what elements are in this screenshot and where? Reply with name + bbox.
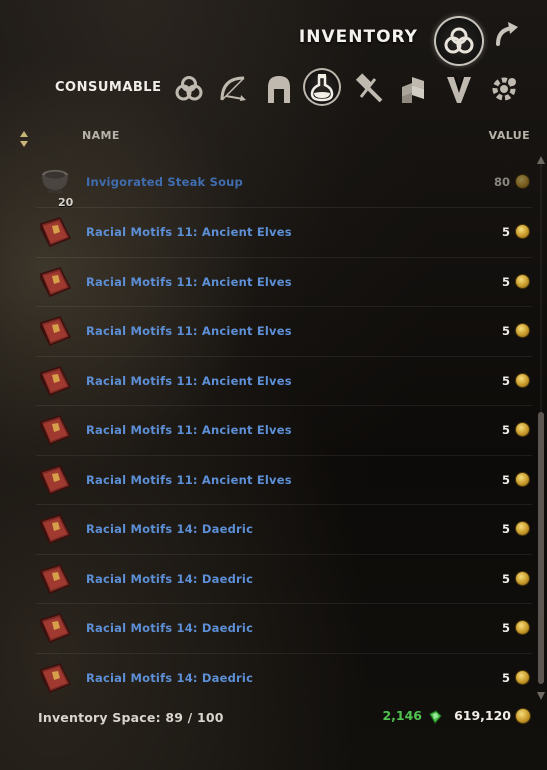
gold-coin-icon bbox=[516, 225, 529, 238]
all-items-triquetra-icon[interactable] bbox=[434, 16, 484, 66]
gear-junk-icon[interactable] bbox=[487, 70, 521, 108]
item-value: 5 bbox=[501, 472, 510, 487]
list-item[interactable]: Racial Motifs 14: Daedric 5 bbox=[36, 603, 532, 653]
list-item[interactable]: Racial Motifs 11: Ancient Elves 5 bbox=[36, 355, 532, 406]
book-icon bbox=[38, 365, 74, 399]
curved-arrow-icon[interactable] bbox=[492, 18, 522, 48]
item-name: Racial Motifs 11: Ancient Elves bbox=[86, 324, 292, 338]
item-value: 5 bbox=[501, 423, 510, 437]
item-name: Racial Motifs 11: Ancient Elves bbox=[86, 423, 292, 437]
gold-coin-icon bbox=[516, 621, 529, 634]
list-item[interactable]: Racial Motifs 14: Daedric 5 bbox=[36, 504, 532, 554]
item-value: 5 bbox=[501, 522, 510, 536]
item-name: Racial Motifs 11: Ancient Elves bbox=[86, 472, 292, 487]
inventory-footer: Inventory Space: 89 / 100 2,146 619,120 bbox=[0, 706, 547, 730]
item-value: 5 bbox=[501, 274, 510, 289]
book-icon bbox=[38, 464, 74, 498]
item-value: 5 bbox=[501, 571, 510, 586]
list-item[interactable]: Racial Motifs 11: Ancient Elves 5 bbox=[36, 256, 532, 307]
list-item[interactable]: Racial Motifs 14: Daedric 5 bbox=[36, 652, 532, 703]
title-bar: INVENTORY bbox=[0, 16, 547, 66]
hammer-icon[interactable] bbox=[352, 70, 386, 108]
scroll-down-arrow-icon[interactable] bbox=[537, 686, 545, 700]
item-name: Racial Motifs 14: Daedric bbox=[86, 670, 254, 685]
item-name: Racial Motifs 11: Ancient Elves bbox=[86, 225, 292, 239]
gold-coin-icon bbox=[516, 709, 530, 723]
gold-coin-icon bbox=[516, 274, 529, 288]
list-item[interactable]: Racial Motifs 11: Ancient Elves 5 bbox=[36, 207, 532, 257]
book-icon bbox=[38, 315, 74, 349]
gold-coin-icon bbox=[516, 373, 529, 387]
crates-icon[interactable] bbox=[397, 70, 431, 108]
item-name: Racial Motifs 14: Daedric bbox=[86, 621, 254, 635]
bow-icon[interactable] bbox=[216, 70, 250, 108]
book-icon bbox=[38, 563, 74, 597]
item-value: 80 bbox=[493, 175, 510, 189]
item-value: 5 bbox=[501, 324, 510, 338]
soup-bowl-icon: 20 bbox=[38, 166, 74, 209]
scroll-thumb[interactable] bbox=[538, 412, 544, 684]
gold-coin-icon bbox=[516, 324, 529, 337]
list-item[interactable]: Racial Motifs 11: Ancient Elves 5 bbox=[36, 306, 532, 356]
book-icon bbox=[38, 612, 74, 646]
value-column-header[interactable]: VALUE bbox=[489, 129, 530, 142]
list-item[interactable]: 20 Invigorated Steak Soup 80 bbox=[36, 158, 532, 209]
furnishing-icon[interactable] bbox=[442, 70, 476, 108]
scroll-up-arrow-icon[interactable] bbox=[537, 150, 545, 164]
scrollbar[interactable] bbox=[537, 150, 545, 700]
gold-coin-icon bbox=[516, 472, 529, 486]
gold-coin-icon bbox=[516, 670, 529, 684]
item-name: Racial Motifs 11: Ancient Elves bbox=[86, 373, 292, 388]
item-name: Racial Motifs 14: Daedric bbox=[86, 522, 254, 536]
gold-coin-icon bbox=[516, 175, 529, 188]
book-icon bbox=[38, 414, 74, 448]
name-column-header[interactable]: NAME bbox=[82, 129, 120, 142]
item-value: 5 bbox=[501, 670, 510, 685]
potion-flask-icon[interactable] bbox=[303, 68, 341, 106]
item-list: 20 Invigorated Steak Soup 80 Racial Moti… bbox=[36, 158, 532, 703]
crowns-amount: 2,146 bbox=[382, 708, 422, 723]
list-item[interactable]: Racial Motifs 11: Ancient Elves 5 bbox=[36, 454, 532, 505]
gold-coin-icon bbox=[516, 522, 529, 535]
item-value: 5 bbox=[501, 373, 510, 388]
list-item[interactable]: Racial Motifs 11: Ancient Elves 5 bbox=[36, 405, 532, 455]
item-value: 5 bbox=[501, 225, 510, 239]
item-name: Racial Motifs 11: Ancient Elves bbox=[86, 274, 292, 289]
book-icon bbox=[38, 662, 74, 696]
item-name: Racial Motifs 14: Daedric bbox=[86, 571, 254, 586]
gold-coin-icon bbox=[516, 423, 529, 436]
all-triquetra-icon[interactable] bbox=[172, 70, 206, 108]
gold-coin-icon bbox=[516, 571, 529, 585]
inventory-title: INVENTORY bbox=[298, 27, 418, 47]
category-label: CONSUMABLE bbox=[55, 80, 162, 95]
column-header: NAME VALUE bbox=[0, 126, 547, 147]
item-value: 5 bbox=[501, 621, 510, 635]
sort-arrows-icon[interactable] bbox=[19, 129, 29, 153]
book-icon bbox=[38, 513, 74, 547]
inventory-space: Inventory Space: 89 / 100 bbox=[38, 710, 224, 725]
item-name: Invigorated Steak Soup bbox=[86, 175, 243, 189]
crown-gem-icon bbox=[428, 709, 442, 724]
book-icon bbox=[38, 266, 74, 300]
gold-amount: 619,120 bbox=[454, 708, 511, 723]
helmet-icon[interactable] bbox=[262, 70, 296, 108]
category-filter-bar: CONSUMABLE bbox=[0, 66, 547, 112]
book-icon bbox=[38, 216, 74, 250]
list-item[interactable]: Racial Motifs 14: Daedric 5 bbox=[36, 553, 532, 604]
